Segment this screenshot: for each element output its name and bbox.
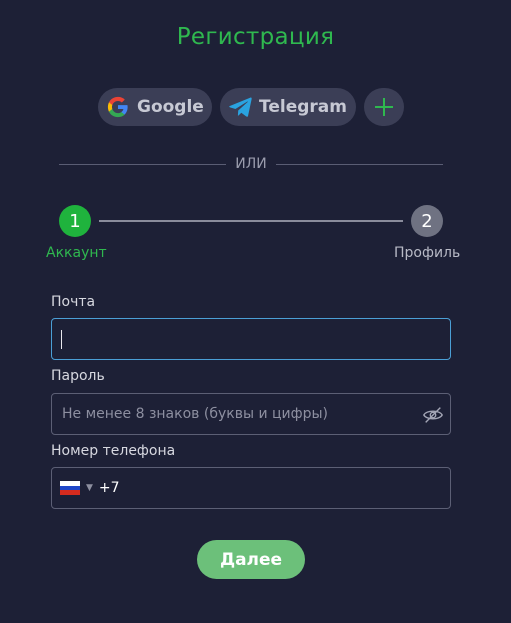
- registration-stepper: 1 2 Аккаунт Профиль: [0, 205, 511, 265]
- eye-off-icon[interactable]: [422, 404, 444, 426]
- divider-text: ИЛИ: [235, 156, 267, 172]
- password-label: Пароль: [51, 368, 105, 384]
- password-field-wrapper: [51, 393, 451, 435]
- step-connector: [99, 220, 403, 222]
- page-title: Регистрация: [176, 24, 335, 50]
- google-label: Google: [137, 97, 204, 117]
- more-login-options-button[interactable]: [364, 88, 404, 126]
- plus-icon: [372, 95, 396, 119]
- email-field[interactable]: [52, 319, 450, 359]
- phone-label: Номер телефона: [51, 443, 176, 459]
- or-divider: ИЛИ: [59, 156, 443, 172]
- divider-line-right: [276, 164, 443, 165]
- country-selector[interactable]: ▼ +7: [60, 468, 120, 508]
- russia-flag-icon: [60, 481, 80, 496]
- telegram-login-button[interactable]: Telegram: [220, 88, 356, 126]
- step-1-label: Аккаунт: [46, 245, 107, 261]
- divider-line-left: [59, 164, 226, 165]
- telegram-icon: [228, 95, 252, 119]
- social-login-row: Google Telegram: [0, 88, 511, 126]
- email-label: Почта: [51, 294, 96, 310]
- email-field-wrapper: [51, 318, 451, 360]
- next-button[interactable]: Далее: [197, 540, 305, 579]
- text-caret: [61, 330, 62, 349]
- step-1-indicator: 1: [59, 205, 91, 237]
- step-2-indicator: 2: [411, 205, 443, 237]
- google-icon: [106, 95, 130, 119]
- chevron-down-icon: ▼: [86, 483, 93, 493]
- telegram-label: Telegram: [259, 97, 347, 117]
- phone-country-code: +7: [98, 480, 120, 496]
- google-login-button[interactable]: Google: [98, 88, 212, 126]
- step-2-label: Профиль: [394, 245, 461, 261]
- phone-field-wrapper: ▼ +7: [51, 467, 451, 509]
- password-field[interactable]: [52, 394, 450, 434]
